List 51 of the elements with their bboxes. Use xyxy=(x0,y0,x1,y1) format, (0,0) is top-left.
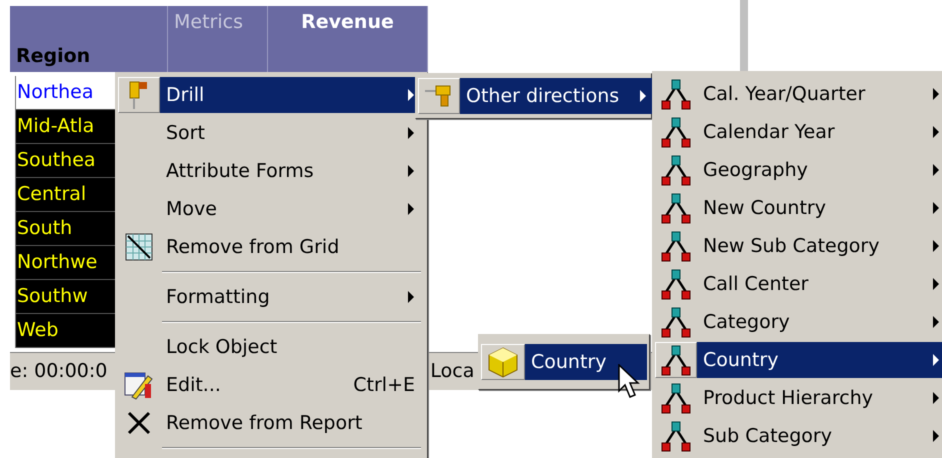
menu-item-label: Call Center xyxy=(703,272,808,297)
menu-item-label: Calendar Year xyxy=(703,120,835,145)
menu-item-label: Category xyxy=(703,310,790,335)
menu-item-label: Sort xyxy=(166,120,205,146)
hierarchy-icon xyxy=(660,306,692,338)
menu-item-label: Attribute Forms xyxy=(166,158,314,184)
menu-item-label: Geography xyxy=(703,158,808,183)
menu-item-label: Lock Object xyxy=(166,334,278,360)
hierarchy-icon xyxy=(660,116,692,148)
menu-item[interactable]: New Country xyxy=(655,189,942,227)
cube-icon xyxy=(487,346,519,378)
menu-item-label: Other directions xyxy=(466,84,620,109)
status-text: e: 00:00:0 xyxy=(10,359,108,384)
menu-item-label: Cal. Year/Quarter xyxy=(703,82,866,107)
menu-item[interactable]: Cal. Year/Quarter xyxy=(655,75,942,113)
column-header[interactable]: Revenue xyxy=(301,8,394,36)
menu-item-label: Remove from Grid xyxy=(166,234,340,260)
hierarchy-icon xyxy=(660,268,692,300)
menu-item-label: Country xyxy=(703,348,778,373)
hierarchy-icon xyxy=(660,154,692,186)
menu-item-label: Sub Category xyxy=(703,424,832,449)
hierarchy-icon xyxy=(660,230,692,262)
menu-item-label: Edit... xyxy=(166,372,221,398)
menu-item[interactable]: Category xyxy=(655,303,942,341)
menu-item[interactable]: Edit... Ctrl+E xyxy=(118,366,425,404)
menu-item-label: Move xyxy=(166,196,217,222)
menu-item-label: Formatting xyxy=(166,284,270,310)
menu-item[interactable]: Calendar Year xyxy=(655,113,942,151)
hierarchy-icon xyxy=(660,192,692,224)
menu-item[interactable]: New Sub Category xyxy=(655,227,942,265)
menu-item-label: Drill xyxy=(166,82,204,108)
menu-item[interactable]: Geography xyxy=(655,151,942,189)
menu-item-label: Country xyxy=(531,350,606,375)
delete-icon xyxy=(126,410,152,436)
menu-item[interactable]: Remove from Report xyxy=(118,404,425,442)
menu-item-label: New Country xyxy=(703,196,826,221)
edit-icon xyxy=(124,370,154,400)
menu-item-label: New Sub Category xyxy=(703,234,880,259)
menu-item-label: Remove from Report xyxy=(166,410,362,436)
menu-item[interactable]: Sub Category xyxy=(655,417,942,455)
hierarchy-icon xyxy=(660,420,692,452)
hierarchy-icon xyxy=(660,78,692,110)
column-header[interactable]: Region xyxy=(16,42,90,70)
cursor-icon xyxy=(618,364,640,398)
grid-icon xyxy=(125,233,153,261)
menu-item-label: Product Hierarchy xyxy=(703,386,874,411)
menu-item[interactable]: Call Center xyxy=(655,265,942,303)
shortcut-label: Ctrl+E xyxy=(353,372,415,398)
hierarchy-icon xyxy=(660,382,692,414)
menu-item[interactable]: Product Hierarchy xyxy=(655,379,942,417)
hierarchy-icon xyxy=(660,344,692,376)
